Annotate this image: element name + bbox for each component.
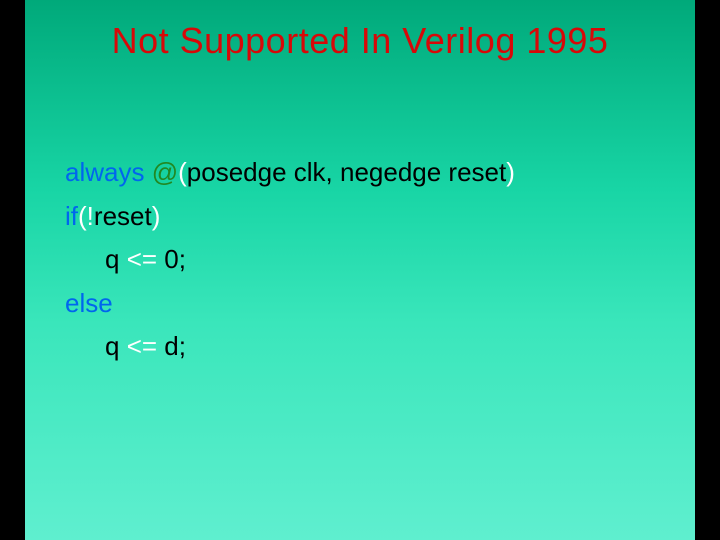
var-q-2: q: [105, 331, 127, 361]
slide: Not Supported In Verilog 1995 always @(p…: [25, 0, 695, 540]
code-line-2: if(!reset): [65, 196, 665, 238]
symbol-at: @: [152, 157, 178, 187]
code-block: always @(posedge clk, negedge reset) if(…: [55, 152, 665, 368]
bang: !: [87, 201, 94, 231]
paren-open-2: (: [78, 201, 87, 231]
code-line-5: q <= d;: [65, 326, 665, 368]
keyword-else: else: [65, 288, 113, 318]
var-q-1: q: [105, 244, 127, 274]
op-le-2: <=: [127, 331, 157, 361]
reset-text: reset: [94, 201, 152, 231]
code-line-4: else: [65, 283, 665, 325]
op-le-1: <=: [127, 244, 157, 274]
paren-open: (: [178, 157, 187, 187]
rest-2: d;: [157, 331, 186, 361]
slide-title: Not Supported In Verilog 1995: [55, 20, 665, 62]
keyword-always: always: [65, 157, 152, 187]
keyword-if: if: [65, 201, 78, 231]
code-line-3: q <= 0;: [65, 239, 665, 281]
paren-close: ): [506, 157, 515, 187]
code-line-1: always @(posedge clk, negedge reset): [65, 152, 665, 194]
args-text: posedge clk, negedge reset: [187, 157, 506, 187]
rest-1: 0;: [157, 244, 186, 274]
paren-close-2: ): [152, 201, 161, 231]
